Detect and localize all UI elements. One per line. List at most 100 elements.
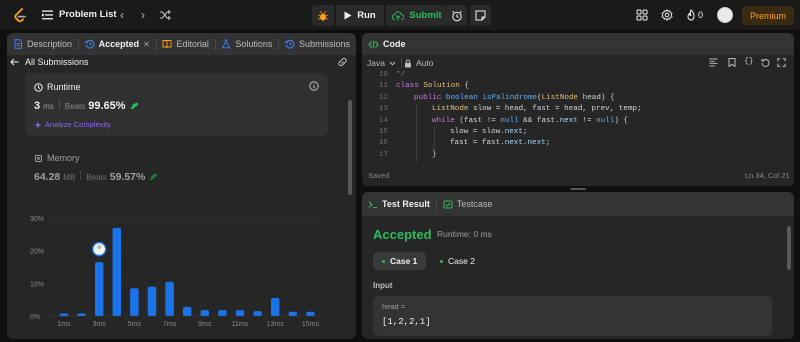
tab-submissions[interactable]: Submissions — [279, 33, 356, 55]
tab-description-label: Description — [27, 39, 73, 49]
code-tab[interactable]: Code — [362, 33, 412, 55]
shuffle-icon[interactable] — [159, 9, 171, 21]
code-line: ListNode slow = head, fast = head, prev,… — [432, 105, 642, 114]
chart-bar — [112, 227, 122, 316]
x-tick-label: 5ms — [128, 321, 142, 328]
y-tick-label: 10% — [30, 281, 44, 288]
auto-mode-toggle[interactable]: Auto — [404, 58, 434, 68]
clock-icon — [34, 82, 43, 92]
memory-card[interactable]: Memory 64.28 MB Beats 59.57% — [25, 145, 328, 195]
tab-accepted-label: Accepted — [98, 39, 140, 49]
analyze-complexity-link[interactable]: Analyze Complexity — [34, 120, 111, 129]
gear-icon[interactable] — [661, 9, 673, 21]
tab-test-result[interactable]: Test Result — [362, 193, 436, 215]
code-title: Code — [383, 39, 406, 49]
run-button[interactable]: Run — [336, 5, 384, 26]
chart-bar — [270, 298, 280, 316]
tab-description[interactable]: Description — [7, 33, 78, 55]
chart-bar — [288, 311, 298, 316]
code-editor[interactable]: 10 */ 11 class Solution { 12 public bool… — [362, 71, 794, 166]
right-scrollbar[interactable] — [787, 226, 791, 270]
save-status: Saved — [368, 171, 390, 180]
lock-icon — [405, 59, 411, 67]
prev-problem-button[interactable]: ‹ — [120, 8, 124, 22]
braces-icon[interactable]: {} — [744, 57, 754, 66]
memory-stats: 64.28 MB Beats 59.57% — [34, 171, 158, 183]
chart-bar — [59, 313, 69, 316]
language-select[interactable]: Java — [367, 58, 396, 68]
all-submissions-back[interactable]: All Submissions — [10, 57, 89, 67]
runtime-beats-label: Beats — [64, 102, 86, 111]
problem-list-link[interactable]: Problem List — [59, 9, 117, 20]
link-icon[interactable] — [337, 57, 348, 67]
result-status: Accepted — [373, 227, 432, 242]
debug-icon — [318, 10, 328, 21]
x-tick-label: 3ms — [93, 321, 107, 328]
indent-guide — [416, 104, 417, 162]
history-icon — [285, 39, 295, 49]
result-runtime: Runtime: 0 ms — [437, 229, 492, 239]
all-submissions-label: All Submissions — [25, 57, 89, 67]
fire-icon[interactable] — [685, 9, 697, 21]
memory-beats-pct: 59.57% — [109, 171, 146, 183]
timer-button[interactable] — [446, 5, 467, 26]
reset-icon[interactable] — [761, 58, 770, 67]
rocket-icon — [129, 102, 138, 109]
x-tick-label: 13ms — [267, 321, 285, 328]
chart-bar — [218, 310, 227, 316]
user-marker-head — [97, 244, 102, 250]
left-scrollbar[interactable] — [348, 100, 352, 195]
format-icon[interactable] — [709, 58, 718, 67]
bookmark-icon[interactable] — [728, 58, 736, 67]
note-icon — [475, 10, 486, 21]
avatar[interactable] — [717, 7, 733, 23]
param-value: [1,2,2,1] — [382, 317, 431, 327]
next-problem-button[interactable]: › — [141, 8, 145, 22]
runtime-stats: 3 ms Beats 99.65% — [34, 100, 139, 112]
chart-bar — [165, 281, 174, 316]
list-icon[interactable] — [42, 10, 53, 20]
left-tab-bar: Description Accepted ✕ Editorial Solutio… — [7, 33, 356, 55]
submit-button[interactable]: Submit — [386, 5, 448, 26]
grid-icon[interactable] — [636, 9, 648, 21]
code-icon — [368, 40, 379, 48]
tab-solutions[interactable]: Solutions — [215, 33, 278, 55]
memory-title: Memory — [47, 153, 80, 163]
case-1-label: Case 1 — [390, 256, 418, 266]
runtime-unit: ms — [43, 102, 54, 111]
code-line: } — [432, 150, 437, 159]
chip-icon — [35, 154, 42, 162]
auto-mode-label: Auto — [416, 58, 434, 68]
line-number: 15 — [378, 128, 388, 136]
runtime-card[interactable]: Runtime 3 ms Beats 99.65% Analyze Comple… — [25, 73, 328, 136]
case-1-button[interactable]: Case 1 — [373, 252, 427, 270]
debug-button[interactable] — [312, 5, 334, 26]
tab-editorial-label: Editorial — [176, 39, 209, 49]
x-tick-label: 1ms — [57, 321, 71, 328]
tab-editorial[interactable]: Editorial — [156, 33, 215, 55]
tab-testcase-label: Testcase — [456, 199, 493, 209]
runtime-beats-pct: 99.65% — [88, 100, 126, 112]
book-icon — [162, 40, 172, 49]
tab-testcase[interactable]: Testcase — [437, 193, 499, 215]
line-number: 13 — [378, 105, 388, 114]
run-label: Run — [357, 10, 376, 21]
chart-bar — [94, 262, 104, 316]
notes-button[interactable] — [470, 5, 491, 26]
line-number: 11 — [378, 82, 388, 91]
expand-icon[interactable] — [777, 58, 786, 67]
resize-handle[interactable] — [570, 188, 586, 190]
divider — [58, 100, 60, 109]
info-icon[interactable] — [309, 81, 319, 91]
leetcode-logo-icon[interactable] — [13, 8, 27, 23]
line-number: 10 — [378, 71, 388, 79]
close-tab-icon[interactable]: ✕ — [143, 40, 150, 49]
sparkle-icon — [34, 120, 42, 129]
memory-value: 64.28 — [34, 171, 61, 183]
tab-accepted[interactable]: Accepted ✕ — [79, 33, 156, 55]
y-tick-label: 0% — [30, 314, 40, 321]
x-tick-label: 11ms — [232, 321, 249, 328]
case-2-button[interactable]: Case 2 — [431, 252, 484, 270]
premium-button[interactable]: Premium — [742, 6, 794, 25]
chart-bar — [130, 288, 139, 316]
